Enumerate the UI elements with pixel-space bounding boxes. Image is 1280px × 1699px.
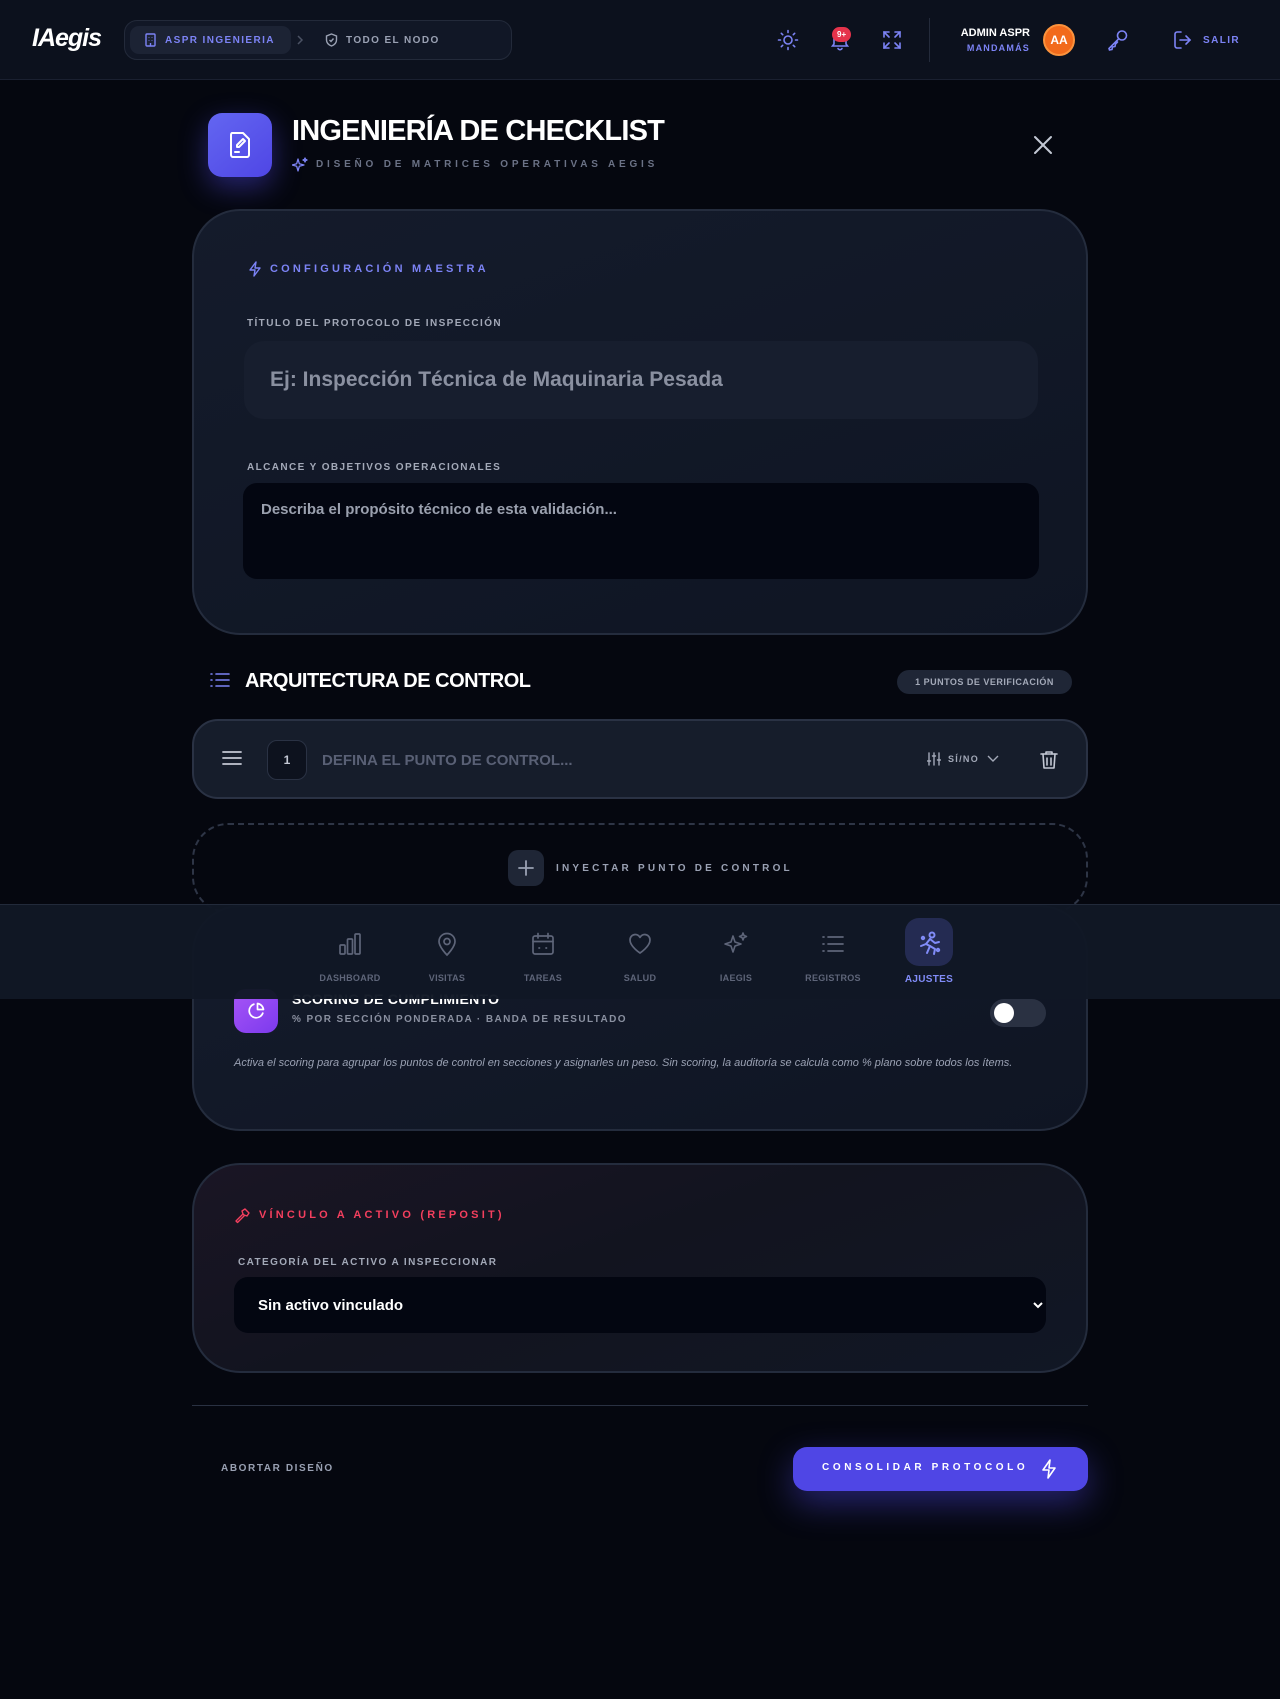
scope-textarea[interactable] xyxy=(243,483,1039,579)
sliders-icon xyxy=(927,752,941,766)
breadcrumb-org-label: ASPR INGENIERIA xyxy=(165,35,275,46)
chevron-right-icon xyxy=(296,34,304,46)
shield-icon xyxy=(325,33,338,47)
nav-label: AJUSTES xyxy=(904,974,954,985)
top-bar: IAegis ASPR INGENIERIA TODO EL NODO 9+ A… xyxy=(0,0,1280,80)
bottom-nav: DASHBOARD VISITAS TAREAS SALUD IAEGIS RE… xyxy=(0,904,1280,999)
sparkles-icon xyxy=(292,157,308,173)
asset-category-select[interactable]: Sin activo vinculado xyxy=(234,1277,1046,1333)
nav-label: SALUD xyxy=(623,973,657,983)
sparkles-icon xyxy=(723,931,749,957)
sun-icon xyxy=(777,29,803,51)
nav-salud[interactable]: SALUD xyxy=(596,905,684,1000)
scope-field-label: ALCANCE Y OBJETIVOS OPERACIONALES xyxy=(247,462,502,473)
bolt-icon xyxy=(248,261,262,277)
section-label: CONFIGURACIÓN MAESTRA xyxy=(270,263,489,275)
list-icon xyxy=(820,931,846,957)
nav-label: VISITAS xyxy=(428,973,466,983)
nav-registros[interactable]: REGISTROS xyxy=(789,905,877,1000)
checklist-doc-icon xyxy=(208,113,272,177)
logout-icon xyxy=(1173,29,1193,51)
nav-label: REGISTROS xyxy=(805,973,861,983)
asset-section-label: VÍNCULO A ACTIVO (REPOSIT) xyxy=(259,1209,505,1221)
asset-link-card: VÍNCULO A ACTIVO (REPOSIT) CATEGORÍA DEL… xyxy=(192,1163,1088,1373)
close-icon xyxy=(1032,134,1054,156)
master-config-card: CONFIGURACIÓN MAESTRA TÍTULO DEL PROTOCO… xyxy=(192,209,1088,635)
settings-person-icon xyxy=(917,930,943,956)
inject-label: INYECTAR PUNTO DE CONTROL xyxy=(556,863,793,874)
app-logo[interactable]: IAegis xyxy=(32,24,102,53)
nav-iaegis[interactable]: IAEGIS xyxy=(692,905,780,1000)
abort-design-button[interactable]: ABORTAR DISEÑO xyxy=(221,1463,334,1474)
map-pin-icon xyxy=(434,931,460,957)
asset-category-label: CATEGORÍA DEL ACTIVO A INSPECCIONAR xyxy=(238,1257,498,1268)
scoring-note: Activa el scoring para agrupar los punto… xyxy=(234,1057,1013,1069)
notifications-badge: 9+ xyxy=(832,27,852,42)
checkpoint-count-badge: 1 PUNTOS DE VERIFICACIÓN xyxy=(897,670,1072,694)
page-title: INGENIERÍA DE CHECKLIST xyxy=(292,115,665,147)
architecture-title: ARQUITECTURA DE CONTROL xyxy=(245,670,531,692)
key-button[interactable] xyxy=(1106,27,1132,53)
user-name: ADMIN ASPR xyxy=(960,27,1030,39)
theme-toggle-button[interactable] xyxy=(777,27,803,53)
control-point-row: 1 SÍ/NO xyxy=(192,719,1088,799)
breadcrumb-node-label: TODO EL NODO xyxy=(346,35,440,46)
user-role: MANDAMÁS xyxy=(966,43,1030,53)
nav-label: DASHBOARD xyxy=(319,973,381,983)
nav-ajustes[interactable]: AJUSTES xyxy=(885,905,973,1000)
delete-control-point-button[interactable] xyxy=(1040,750,1058,770)
scoring-subtitle: % POR SECCIÓN PONDERADA · BANDA DE RESUL… xyxy=(292,1014,627,1025)
control-point-input[interactable] xyxy=(322,745,882,775)
avatar[interactable]: AA xyxy=(1043,24,1075,56)
nav-dashboard[interactable]: DASHBOARD xyxy=(306,905,394,1000)
fullscreen-button[interactable] xyxy=(881,27,907,53)
title-field-label: TÍTULO DEL PROTOCOLO DE INSPECCIÓN xyxy=(247,318,503,329)
breadcrumb: ASPR INGENIERIA TODO EL NODO xyxy=(124,20,512,60)
expand-icon xyxy=(881,29,907,51)
footer-divider xyxy=(192,1405,1088,1406)
protocol-title-input[interactable] xyxy=(244,341,1038,419)
drag-handle-icon[interactable] xyxy=(222,750,242,766)
consolidate-label: CONSOLIDAR PROTOCOLO xyxy=(822,1462,1029,1473)
heart-icon xyxy=(627,931,653,957)
logout-label: SALIR xyxy=(1203,35,1240,46)
chevron-down-icon xyxy=(987,755,999,763)
list-icon xyxy=(210,672,230,688)
page-subtitle: DISEÑO DE MATRICES OPERATIVAS AEGIS xyxy=(316,159,659,170)
bar-chart-icon xyxy=(337,931,363,957)
add-button xyxy=(508,850,544,886)
hammer-icon xyxy=(234,1208,250,1224)
inject-control-point-button[interactable]: INYECTAR PUNTO DE CONTROL xyxy=(192,823,1088,913)
close-button[interactable] xyxy=(1032,134,1054,156)
nav-label: IAEGIS xyxy=(719,973,753,983)
nav-tareas[interactable]: TAREAS xyxy=(499,905,587,1000)
toggle-knob xyxy=(994,1003,1014,1023)
header-divider xyxy=(929,18,930,62)
nav-visitas[interactable]: VISITAS xyxy=(403,905,491,1000)
response-type-label: SÍ/NO xyxy=(948,754,980,764)
calendar-icon xyxy=(530,931,556,957)
scoring-toggle[interactable] xyxy=(990,999,1046,1027)
trash-icon xyxy=(1040,750,1058,770)
nav-label: TAREAS xyxy=(523,973,563,983)
control-point-number: 1 xyxy=(267,740,307,780)
building-icon xyxy=(144,33,157,47)
consolidate-protocol-button[interactable]: CONSOLIDAR PROTOCOLO xyxy=(793,1447,1088,1491)
key-icon xyxy=(1106,28,1132,52)
breadcrumb-org[interactable]: ASPR INGENIERIA xyxy=(130,26,291,54)
